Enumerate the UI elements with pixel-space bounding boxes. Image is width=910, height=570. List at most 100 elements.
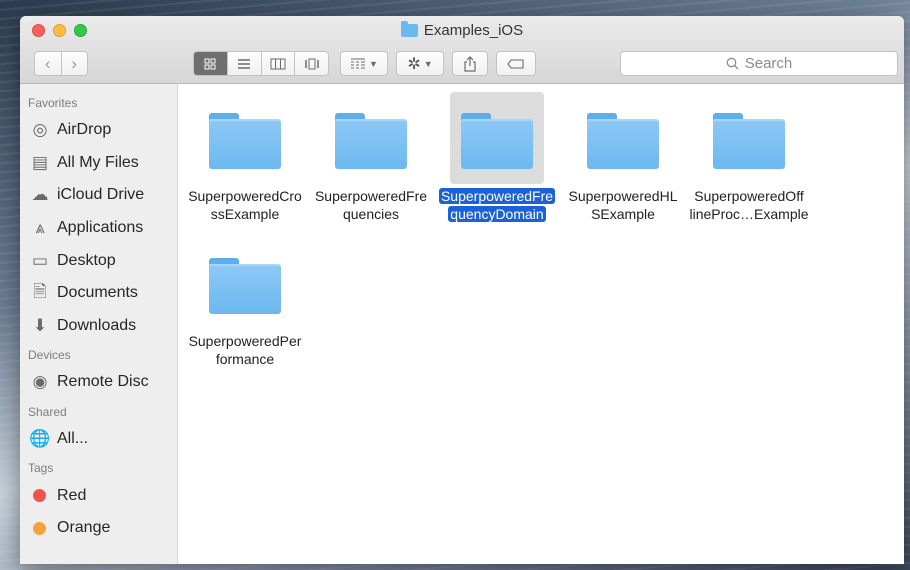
disc-icon: ◉ bbox=[32, 372, 48, 392]
airdrop-icon: ◎ bbox=[32, 120, 48, 140]
sidebar-item-airdrop[interactable]: ◎ AirDrop bbox=[20, 114, 177, 147]
sidebar-item-remote-disc[interactable]: ◉ Remote Disc bbox=[20, 366, 177, 399]
search-icon bbox=[726, 57, 739, 70]
back-button[interactable]: ‹ bbox=[35, 52, 62, 75]
folder-name: SuperpoweredOff lineProc…Example bbox=[686, 187, 812, 223]
tag-color-dot bbox=[33, 489, 46, 503]
arrange-icon bbox=[351, 58, 366, 68]
folder-icon bbox=[400, 21, 418, 37]
sidebar-item-label: Desktop bbox=[57, 251, 116, 269]
folder-name-line1: SuperpoweredFre bbox=[438, 188, 556, 204]
file-browser: SuperpoweredCro ssExample SuperpoweredFre q… bbox=[178, 84, 904, 564]
folder-thumbnail bbox=[324, 92, 418, 184]
applications-icon: ⩓ bbox=[35, 218, 45, 238]
desktop-icon: ▭ bbox=[31, 250, 49, 270]
folder-icon bbox=[335, 113, 407, 169]
favorites-list: ◎ AirDrop ▤ All My Files ☁ iCloud Drive ⩓ Appli… bbox=[20, 114, 177, 342]
folder-thumbnail bbox=[198, 237, 292, 329]
folder-item[interactable]: SuperpoweredHL SExample bbox=[560, 92, 686, 223]
view-mode-selector bbox=[193, 51, 329, 76]
documents-icon: 🗎 bbox=[33, 281, 47, 301]
sidebar-item-downloads[interactable]: ⬇ Downloads bbox=[20, 310, 177, 343]
window-title: Examples_iOS bbox=[20, 21, 904, 39]
sidebar-item-label: Downloads bbox=[57, 316, 137, 334]
folder-name: SuperpoweredCro ssExample bbox=[182, 187, 308, 223]
sidebar-item-label: All My Files bbox=[57, 153, 139, 171]
sidebar-item-desktop[interactable]: ▭ Desktop bbox=[20, 244, 177, 277]
folder-thumbnail bbox=[576, 92, 670, 184]
devices-header: Devices bbox=[28, 348, 71, 363]
sidebar-item-label: Remote Disc bbox=[57, 373, 149, 391]
action-button[interactable]: ✲ ▼ bbox=[396, 51, 444, 76]
folder-name-line2: quencies bbox=[342, 206, 400, 222]
folder-name: SuperpoweredPer formance bbox=[182, 332, 308, 368]
chevron-down-icon: ▼ bbox=[423, 58, 433, 69]
folder-item[interactable]: SuperpoweredFre quencies bbox=[308, 92, 434, 223]
navigation-buttons: ‹ › bbox=[34, 51, 88, 76]
chevron-down-icon: ▼ bbox=[369, 58, 378, 69]
network-icon: 🌐 bbox=[29, 429, 51, 449]
icon-view-button[interactable] bbox=[194, 52, 228, 75]
window-title-text: Examples_iOS bbox=[423, 22, 524, 39]
folder-name-line2: lineProc…Example bbox=[689, 206, 809, 222]
folder-name-line2: SExample bbox=[591, 206, 655, 222]
share-icon bbox=[464, 55, 476, 72]
shared-list: 🌐 All... bbox=[20, 423, 177, 456]
sidebar-item-all[interactable]: 🌐 All... bbox=[20, 423, 177, 456]
folder-name-line2: formance bbox=[215, 351, 275, 367]
list-view-icon bbox=[238, 58, 251, 69]
cover-flow-icon bbox=[304, 58, 319, 69]
folder-icon bbox=[713, 113, 785, 169]
arrange-button[interactable]: ▼ bbox=[340, 51, 388, 76]
sidebar-tag-red[interactable]: Red bbox=[20, 479, 177, 512]
icon-view-icon bbox=[204, 58, 216, 69]
tag-icon bbox=[507, 58, 524, 69]
cover-flow-button[interactable] bbox=[295, 52, 328, 75]
sidebar-item-all-my-files[interactable]: ▤ All My Files bbox=[20, 147, 177, 180]
folder-item[interactable]: SuperpoweredPer formance bbox=[182, 237, 308, 368]
titlebar: Examples_iOS ‹ › ▼ ✲ ▼ Search bbox=[20, 16, 904, 84]
list-view-button[interactable] bbox=[228, 52, 262, 75]
sidebar-item-applications[interactable]: ⩓ Applications bbox=[20, 212, 177, 245]
tag-button[interactable] bbox=[496, 51, 536, 76]
folder-icon bbox=[209, 258, 281, 314]
sidebar: Favorites ◎ AirDrop ▤ All My Files ☁ iCloud D… bbox=[20, 84, 178, 564]
share-button[interactable] bbox=[452, 51, 488, 76]
folder-name-line1: SuperpoweredHL bbox=[568, 188, 678, 204]
sidebar-item-label: iCloud Drive bbox=[57, 186, 145, 204]
column-view-icon bbox=[270, 58, 286, 69]
forward-button[interactable]: › bbox=[62, 52, 88, 75]
folder-name: SuperpoweredFre quencies bbox=[308, 187, 434, 223]
folder-item[interactable]: SuperpoweredFre quencyDomain bbox=[434, 92, 560, 223]
downloads-icon: ⬇ bbox=[32, 315, 48, 335]
favorites-header: Favorites bbox=[28, 96, 78, 110]
cloud-icon: ☁ bbox=[31, 185, 49, 205]
gear-icon: ✲ bbox=[407, 55, 421, 73]
folder-thumbnail bbox=[702, 92, 796, 184]
folder-name-line2: ssExample bbox=[210, 206, 280, 222]
folder-thumbnail bbox=[450, 92, 544, 184]
folder-item[interactable]: SuperpoweredOff lineProc…Example bbox=[686, 92, 812, 223]
folder-name-line1: SuperpoweredPer bbox=[188, 333, 302, 349]
sidebar-item-label: Documents bbox=[57, 284, 138, 302]
folder-name: SuperpoweredHL SExample bbox=[560, 187, 686, 223]
sidebar-item-label: Orange bbox=[57, 519, 111, 537]
search-field[interactable]: Search bbox=[620, 51, 898, 76]
sidebar-tag-orange[interactable]: Orange bbox=[20, 512, 177, 545]
shared-header: Shared bbox=[28, 404, 67, 419]
folder-name-line1: SuperpoweredOff bbox=[694, 188, 804, 204]
folder-item[interactable]: SuperpoweredCro ssExample bbox=[182, 92, 308, 223]
devices-list: ◉ Remote Disc bbox=[20, 366, 177, 399]
folder-thumbnail bbox=[198, 92, 292, 184]
sidebar-item-documents[interactable]: 🗎 Documents bbox=[20, 277, 177, 310]
folder-name: SuperpoweredFre quencyDomain bbox=[434, 187, 560, 223]
sidebar-item-label: All... bbox=[57, 430, 89, 448]
sidebar-item-label: Red bbox=[57, 486, 87, 504]
tag-color-dot bbox=[33, 521, 46, 535]
folder-name-line1: SuperpoweredCro bbox=[188, 188, 302, 204]
column-view-button[interactable] bbox=[262, 52, 296, 75]
tags-header: Tags bbox=[28, 461, 54, 476]
tags-list: Red Orange bbox=[20, 479, 177, 544]
sidebar-item-icloud-drive[interactable]: ☁ iCloud Drive bbox=[20, 179, 177, 212]
folder-icon bbox=[461, 113, 533, 169]
